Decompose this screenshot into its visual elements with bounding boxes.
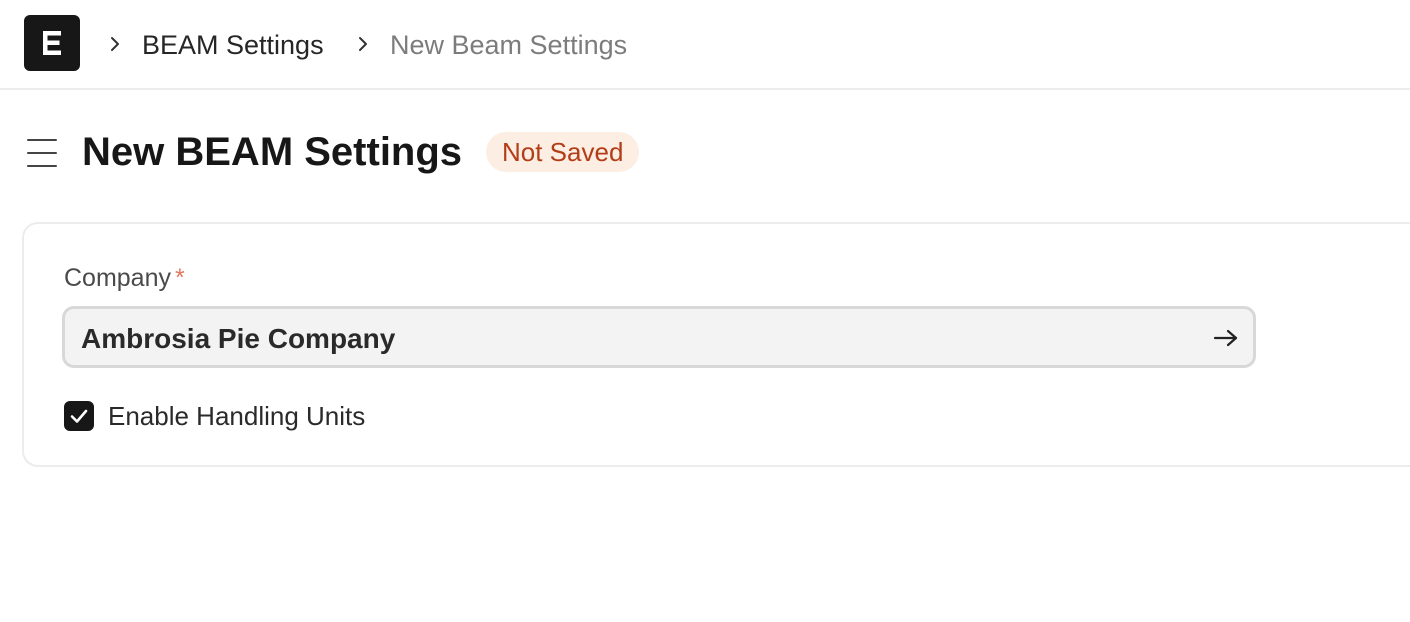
company-input[interactable]: Ambrosia Pie Company — [62, 306, 1256, 368]
form-card: Company * Ambrosia Pie Company Enable Han… — [22, 222, 1410, 467]
checkmark-icon — [70, 409, 88, 423]
page-header: New BEAM Settings Not Saved — [0, 92, 1410, 212]
navbar: BEAM Settings New Beam Settings — [0, 0, 1410, 90]
app-logo-icon — [43, 31, 61, 55]
status-badge: Not Saved — [486, 132, 640, 172]
enable-handling-units-checkbox[interactable] — [64, 401, 94, 431]
page-title: New BEAM Settings — [82, 130, 463, 174]
company-field-label: Company * — [64, 262, 185, 294]
arrow-right-icon[interactable] — [1213, 327, 1239, 349]
hamburger-menu-icon[interactable] — [26, 136, 58, 170]
chevron-right-icon — [359, 37, 367, 51]
chevron-right-icon — [111, 37, 119, 51]
enable-handling-units-label[interactable]: Enable Handling Units — [108, 400, 365, 432]
app-logo[interactable] — [24, 15, 80, 71]
breadcrumb-beam-settings[interactable]: BEAM Settings — [142, 28, 324, 62]
breadcrumb-new-beam-settings[interactable]: New Beam Settings — [390, 28, 627, 62]
required-indicator: * — [175, 264, 185, 292]
company-label-text: Company — [64, 264, 171, 292]
company-input-value: Ambrosia Pie Company — [81, 323, 396, 354]
